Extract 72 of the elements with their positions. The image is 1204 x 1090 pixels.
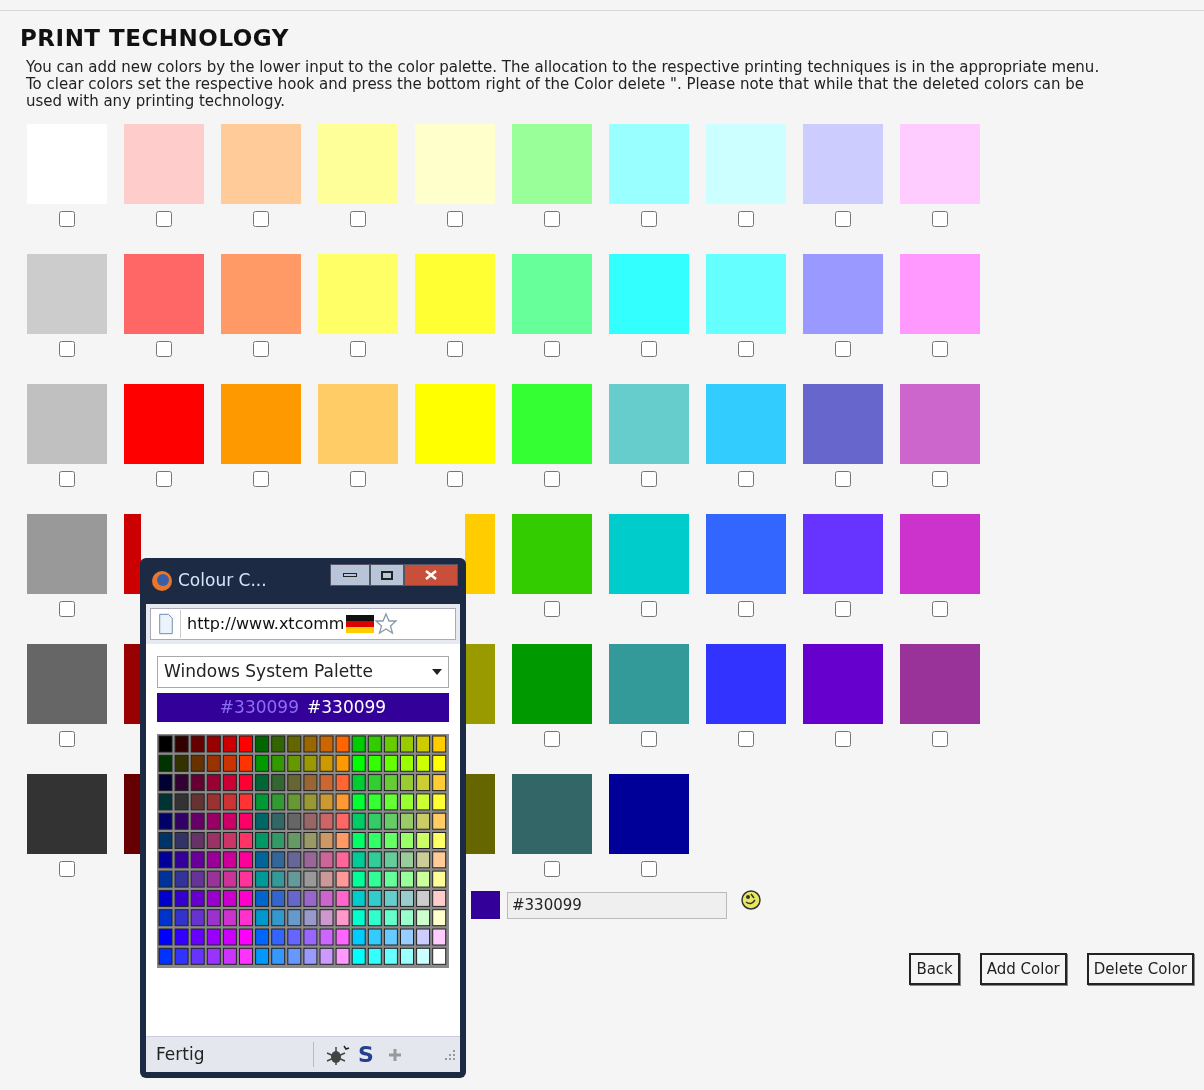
s-logo[interactable]: S [358,1038,374,1071]
delete-checkbox[interactable] [641,211,657,227]
color-input-field[interactable]: #330099 [507,891,727,919]
delete-checkbox[interactable] [544,471,560,487]
action-button[interactable]: Delete Color [1086,953,1194,985]
delete-checkbox[interactable] [544,341,560,357]
maximize-button[interactable] [370,564,404,586]
flag-icon [346,615,375,633]
delete-checkbox[interactable] [350,211,366,227]
preview-hex-text: #330099 [219,695,299,719]
minimize-button[interactable] [330,564,370,586]
delete-checkbox[interactable] [544,861,560,877]
delete-checkbox[interactable] [932,601,948,617]
close-icon [425,570,437,580]
action-button[interactable]: Back [909,953,960,985]
intro-paragraph: You can add new colors by the lower input to the color palette. The allocation to the respective printing techniques is in the appropriate menu. [26,59,1101,76]
delete-checkbox[interactable] [835,731,851,747]
action-button[interactable]: Add Color [979,953,1067,985]
delete-checkbox[interactable] [59,211,75,227]
preview-hex-text: #330099 [307,695,387,719]
delete-checkbox[interactable] [738,471,754,487]
delete-checkbox[interactable] [835,601,851,617]
delete-checkbox[interactable] [544,601,560,617]
browser-logo-icon [150,569,174,593]
address-bar[interactable]: http://www.xtcomm [150,608,456,640]
delete-checkbox[interactable] [738,211,754,227]
delete-checkbox[interactable] [59,341,75,357]
delete-checkbox[interactable] [59,601,75,617]
caret-icon [432,669,442,675]
palette-dropdown[interactable]: Windows System Palette [157,656,449,688]
close-button[interactable] [404,564,458,586]
delete-checkbox[interactable] [447,211,463,227]
url-text: http://www.xtcomm [186,613,345,635]
page-title: PRINT TECHNOLOGY [20,24,290,53]
delete-checkbox[interactable] [350,471,366,487]
status-text: Fertig [146,1041,314,1068]
delete-checkbox[interactable] [932,341,948,357]
delete-checkbox[interactable] [932,211,948,227]
delete-checkbox[interactable] [447,471,463,487]
delete-checkbox[interactable] [544,731,560,747]
delete-checkbox[interactable] [835,341,851,357]
delete-checkbox[interactable] [738,601,754,617]
delete-checkbox[interactable] [59,471,75,487]
delete-checkbox[interactable] [350,341,366,357]
delete-checkbox[interactable] [738,341,754,357]
intro-paragraph: To clear colors set the respective hook and press the bottom right of the Color delete ". Please note that while that the deleted colors can be used with any printing technology. [26,76,1085,110]
delete-checkbox[interactable] [932,731,948,747]
delete-checkbox[interactable] [932,471,948,487]
popup-title: Colour C... [178,569,267,593]
delete-checkbox[interactable] [156,471,172,487]
delete-checkbox[interactable] [59,731,75,747]
delete-checkbox[interactable] [253,471,269,487]
delete-checkbox[interactable] [641,731,657,747]
delete-checkbox[interactable] [253,341,269,357]
delete-checkbox[interactable] [835,211,851,227]
delete-checkbox[interactable] [738,731,754,747]
delete-checkbox[interactable] [156,211,172,227]
delete-checkbox[interactable] [641,341,657,357]
delete-checkbox[interactable] [156,341,172,357]
color-grid[interactable] [157,734,449,968]
palette-icon[interactable] [740,889,762,911]
delete-checkbox[interactable] [641,471,657,487]
star-icon[interactable] [374,612,399,636]
delete-checkbox[interactable] [253,211,269,227]
resize-grip-icon[interactable] [444,1048,456,1061]
delete-checkbox[interactable] [835,471,851,487]
delete-checkbox[interactable] [544,211,560,227]
delete-checkbox[interactable] [59,861,75,877]
delete-checkbox[interactable] [641,601,657,617]
plus-icon[interactable] [387,1047,402,1062]
delete-checkbox[interactable] [447,341,463,357]
delete-checkbox[interactable] [641,861,657,877]
